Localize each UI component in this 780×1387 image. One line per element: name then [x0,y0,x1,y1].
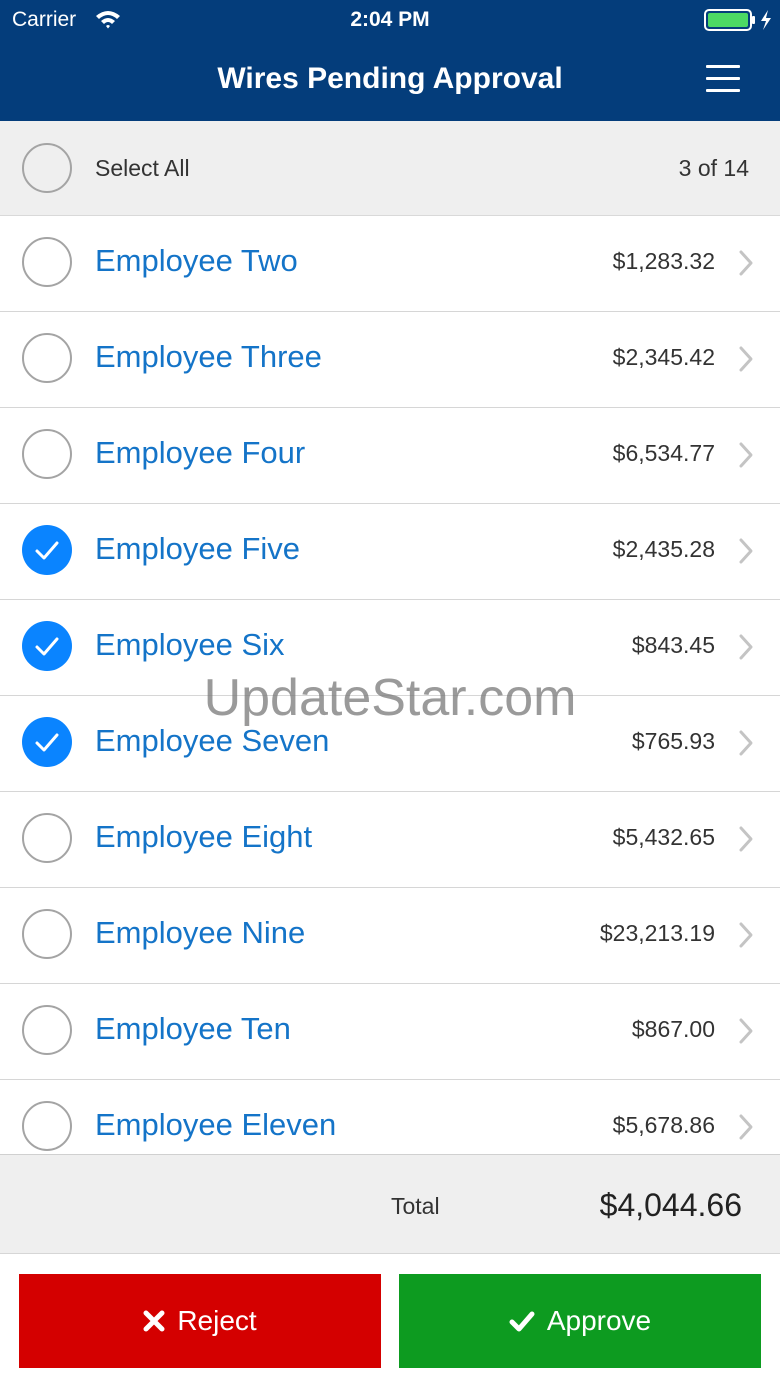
employee-name: Employee Six [95,627,285,662]
employee-name: Employee Eight [95,819,313,854]
employee-name: Employee Ten [95,1011,291,1046]
reject-button[interactable]: Reject [19,1274,381,1368]
list-item[interactable]: Employee Eight $5,432.65 [0,792,780,888]
unchecked-circle-icon[interactable] [22,237,72,287]
approve-label: Approve [546,1305,652,1336]
wire-amount: $843.45 [631,632,715,658]
employee-name: Employee Two [95,243,298,278]
header: Carrier 2:04 PM Wires Pending Approval [0,0,780,121]
list-item[interactable]: Employee Two $1,283.32 [0,216,780,312]
selection-count: 3 of 14 [678,155,749,181]
list-item[interactable]: Employee Seven $765.93 [0,696,780,792]
wire-amount: $1,283.32 [612,248,715,274]
checked-circle-icon[interactable] [22,621,72,671]
status-bar: Carrier 2:04 PM [0,0,780,40]
chevron-right-icon[interactable] [738,345,754,373]
total-bar: Total $4,044.66 [0,1154,780,1254]
checkmark-icon [35,733,59,752]
wire-amount: $23,213.19 [599,920,715,946]
list-item[interactable]: Employee Three $2,345.42 [0,312,780,408]
page-title: Wires Pending Approval [217,62,563,95]
employee-name: Employee Four [95,435,306,470]
total-label: Total [391,1193,440,1219]
select-all-label: Select All [95,155,190,181]
list-item[interactable]: Employee Four $6,534.77 [0,408,780,504]
battery-icon [704,9,771,31]
wire-amount: $867.00 [631,1016,715,1042]
status-time: 2:04 PM [350,8,430,31]
list-item[interactable]: Employee Six $843.45 [0,600,780,696]
chevron-right-icon[interactable] [738,729,754,757]
select-all-row[interactable]: Select All 3 of 14 [0,121,780,216]
wire-amount: $2,435.28 [612,536,715,562]
checked-circle-icon[interactable] [22,717,72,767]
unchecked-circle-icon[interactable] [22,909,72,959]
chevron-right-icon[interactable] [738,1113,754,1141]
chevron-right-icon[interactable] [738,921,754,949]
wire-amount: $5,432.65 [612,824,715,850]
list-item[interactable]: Employee Nine $23,213.19 [0,888,780,984]
wire-amount: $5,678.86 [612,1112,715,1138]
wire-amount: $2,345.42 [612,344,715,370]
wire-list: Employee Two $1,283.32 Employee Three $2,34… [0,216,780,1154]
checkmark-icon [35,637,59,656]
checked-circle-icon[interactable] [22,525,72,575]
employee-name: Employee Five [95,531,301,566]
employee-name: Employee Eleven [95,1107,337,1142]
wire-amount: $6,534.77 [612,440,715,466]
unchecked-circle-icon[interactable] [22,1101,72,1151]
employee-name: Employee Nine [95,915,306,950]
unchecked-circle-icon[interactable] [22,429,72,479]
unchecked-circle-icon[interactable] [22,813,72,863]
hamburger-menu-icon[interactable] [706,65,742,93]
wire-amount: $765.93 [631,728,715,754]
chevron-right-icon[interactable] [738,441,754,469]
unchecked-circle-icon[interactable] [22,1005,72,1055]
unchecked-circle-icon[interactable] [22,333,72,383]
employee-name: Employee Seven [95,723,330,758]
approve-button[interactable]: Approve [399,1274,761,1368]
list-item[interactable]: Employee Eleven $5,678.86 [0,1080,780,1154]
list-item[interactable]: Employee Ten $867.00 [0,984,780,1080]
chevron-right-icon[interactable] [738,1017,754,1045]
chevron-right-icon[interactable] [738,249,754,277]
action-footer: Reject Approve [0,1254,780,1387]
checkmark-icon [509,1311,535,1332]
checkmark-icon [35,541,59,560]
chevron-right-icon[interactable] [738,633,754,661]
select-all-checkbox[interactable] [22,143,72,193]
close-icon [143,1310,165,1332]
reject-label: Reject [177,1305,257,1336]
chevron-right-icon[interactable] [738,537,754,565]
list-item[interactable]: Employee Five $2,435.28 [0,504,780,600]
employee-name: Employee Three [95,339,322,374]
chevron-right-icon[interactable] [738,825,754,853]
total-value: $4,044.66 [599,1187,742,1223]
